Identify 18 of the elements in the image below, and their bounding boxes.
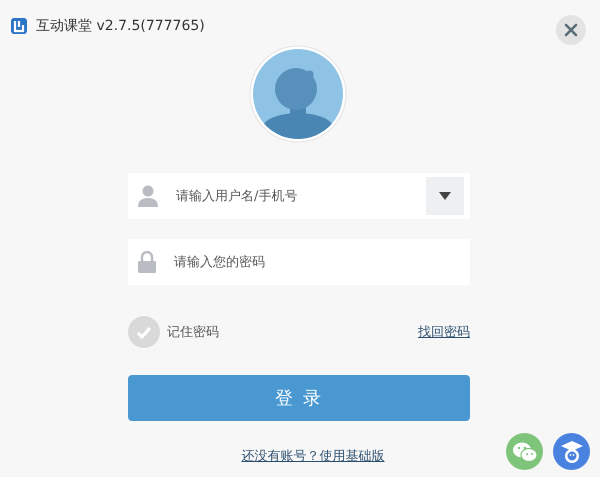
window-title: 互动课堂 v2.7.5(777765): [36, 17, 205, 35]
close-icon: [564, 23, 578, 37]
password-field[interactable]: 请输入您的密码: [128, 239, 470, 285]
app-logo-icon: [10, 17, 28, 35]
caret-icon: [439, 192, 451, 200]
password-input[interactable]: 请输入您的密码: [172, 254, 464, 270]
username-input[interactable]: 请输入用户名/手机号: [174, 188, 410, 204]
register-link[interactable]: 还没有账号？使用基础版: [242, 447, 384, 465]
avatar-icon: [249, 45, 347, 143]
close-button[interactable]: [556, 15, 586, 45]
forgot-password-link[interactable]: 找回密码: [418, 323, 470, 341]
dropdown-button[interactable]: [426, 177, 464, 215]
username-field[interactable]: 请输入用户名/手机号: [128, 173, 470, 219]
check-icon: [136, 326, 152, 338]
user-icon: [138, 185, 158, 207]
graduate-face-icon[interactable]: [553, 433, 590, 470]
lock-icon: [138, 251, 156, 273]
remember-password-checkbox[interactable]: 记住密码: [128, 316, 219, 348]
